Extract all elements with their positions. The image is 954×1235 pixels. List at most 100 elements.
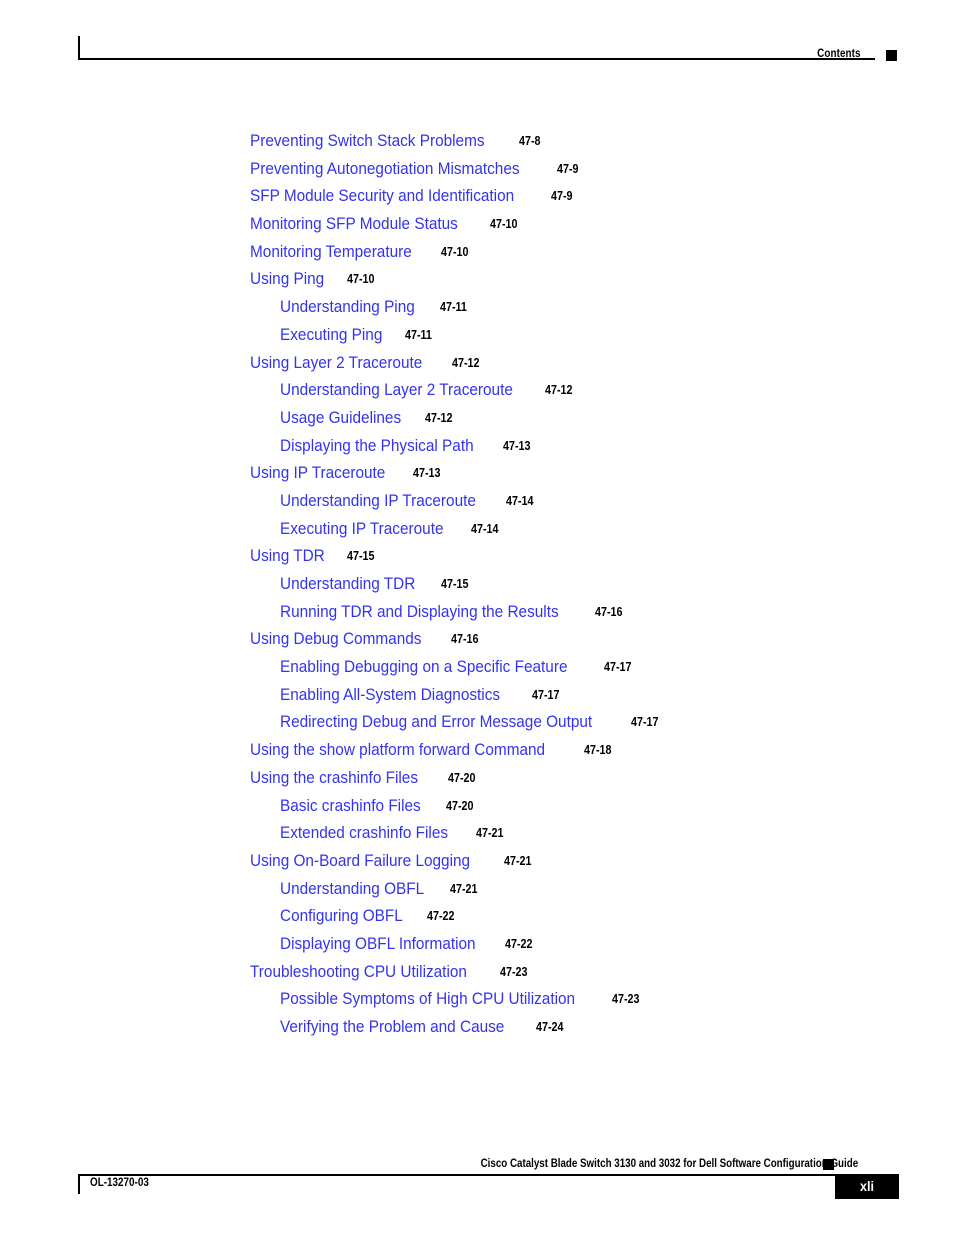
toc-entry[interactable]: Extended crashinfo Files 47-21: [0, 824, 954, 852]
toc-entry-title[interactable]: Displaying OBFL Information: [280, 935, 476, 954]
toc-entry-page-number[interactable]: 47-22: [505, 937, 533, 951]
toc-entry-page-number[interactable]: 47-22: [427, 909, 455, 923]
toc-entry-title[interactable]: Verifying the Problem and Cause: [280, 1018, 504, 1037]
toc-entry-page-number[interactable]: 47-23: [500, 965, 528, 979]
toc-entry[interactable]: Understanding TDR 47-15: [0, 575, 954, 603]
toc-entry-title[interactable]: Using Layer 2 Traceroute: [250, 354, 422, 373]
toc-entry[interactable]: Displaying OBFL Information 47-22: [0, 935, 954, 963]
toc-entry-title[interactable]: Using the crashinfo Files: [250, 769, 418, 788]
toc-entry-page-number[interactable]: 47-12: [425, 411, 453, 425]
toc-entry-page-number[interactable]: 47-17: [631, 715, 659, 729]
toc-entry-title[interactable]: Using Ping: [250, 270, 324, 289]
toc-entry[interactable]: Verifying the Problem and Cause 47-24: [0, 1018, 954, 1046]
toc-entry-title[interactable]: Configuring OBFL: [280, 907, 403, 926]
toc-entry-page-number[interactable]: 47-17: [604, 660, 632, 674]
toc-entry-title[interactable]: SFP Module Security and Identification: [250, 187, 514, 206]
toc-entry[interactable]: Displaying the Physical Path 47-13: [0, 437, 954, 465]
toc-entry-title[interactable]: Understanding Layer 2 Traceroute: [280, 381, 513, 400]
toc-entry-page-number[interactable]: 47-9: [551, 189, 573, 203]
toc-entry-page-number[interactable]: 47-21: [504, 854, 532, 868]
toc-entry-title[interactable]: Executing Ping: [280, 326, 382, 345]
toc-entry-page-number[interactable]: 47-11: [405, 328, 432, 342]
toc-entry-title[interactable]: Preventing Autonegotiation Mismatches: [250, 160, 520, 179]
toc-entry-page-number[interactable]: 47-13: [413, 466, 441, 480]
toc-entry[interactable]: Possible Symptoms of High CPU Utilizatio…: [0, 990, 954, 1018]
toc-entry-title[interactable]: Using Debug Commands: [250, 630, 421, 649]
toc-entry[interactable]: Using IP Traceroute 47-13: [0, 464, 954, 492]
toc-entry[interactable]: Preventing Autonegotiation Mismatches 47-…: [0, 160, 954, 188]
toc-entry-title[interactable]: Using TDR: [250, 547, 325, 566]
toc-entry[interactable]: Running TDR and Displaying the Results 47…: [0, 603, 954, 631]
toc-entry[interactable]: Monitoring Temperature 47-10: [0, 243, 954, 271]
toc-entry-page-number[interactable]: 47-12: [452, 356, 480, 370]
toc-entry-title[interactable]: Understanding IP Traceroute: [280, 492, 476, 511]
toc-entry-title[interactable]: Enabling All-System Diagnostics: [280, 686, 500, 705]
toc-entry[interactable]: Basic crashinfo Files 47-20: [0, 797, 954, 825]
toc-entry[interactable]: Understanding OBFL 47-21: [0, 880, 954, 908]
toc-entry[interactable]: Enabling Debugging on a Specific Feature…: [0, 658, 954, 686]
toc-entry[interactable]: Troubleshooting CPU Utilization 47-23: [0, 963, 954, 991]
toc-entry-page-number[interactable]: 47-10: [441, 245, 469, 259]
toc-entry-title[interactable]: Redirecting Debug and Error Message Outp…: [280, 713, 592, 732]
toc-entry-title[interactable]: Using On-Board Failure Logging: [250, 852, 470, 871]
toc-entry-page-number[interactable]: 47-13: [503, 439, 531, 453]
toc-entry[interactable]: Enabling All-System Diagnostics 47-17: [0, 686, 954, 714]
toc-entry[interactable]: SFP Module Security and Identification 47…: [0, 187, 954, 215]
toc-entry[interactable]: Using the show platform forward Command 4…: [0, 741, 954, 769]
toc-entry[interactable]: Preventing Switch Stack Problems 47-8: [0, 132, 954, 160]
footer-document-number: OL-13270-03: [90, 1177, 149, 1189]
toc-entry-title[interactable]: Using IP Traceroute: [250, 464, 385, 483]
toc-entry-title[interactable]: Possible Symptoms of High CPU Utilizatio…: [280, 990, 575, 1009]
toc-entry-page-number[interactable]: 47-18: [584, 743, 612, 757]
toc-entry-page-number[interactable]: 47-16: [451, 632, 479, 646]
toc-entry-page-number[interactable]: 47-24: [536, 1020, 564, 1034]
toc-entry[interactable]: Using Ping 47-10: [0, 270, 954, 298]
toc-entry[interactable]: Using Debug Commands 47-16: [0, 630, 954, 658]
toc-entry-page-number[interactable]: 47-20: [446, 799, 474, 813]
toc-entry-page-number[interactable]: 47-15: [441, 577, 469, 591]
toc-entry[interactable]: Using the crashinfo Files 47-20: [0, 769, 954, 797]
toc-entry-title[interactable]: Extended crashinfo Files: [280, 824, 448, 843]
toc-entry-title[interactable]: Troubleshooting CPU Utilization: [250, 963, 467, 982]
toc-entry-title[interactable]: Preventing Switch Stack Problems: [250, 132, 485, 151]
toc-entry[interactable]: Executing IP Traceroute 47-14: [0, 520, 954, 548]
toc-entry[interactable]: Redirecting Debug and Error Message Outp…: [0, 713, 954, 741]
toc-entry[interactable]: Usage Guidelines 47-12: [0, 409, 954, 437]
toc-entry-page-number[interactable]: 47-21: [476, 826, 504, 840]
toc-entry[interactable]: Understanding Layer 2 Traceroute 47-12: [0, 381, 954, 409]
toc-entry[interactable]: Using TDR 47-15: [0, 547, 954, 575]
toc-entry[interactable]: Monitoring SFP Module Status 47-10: [0, 215, 954, 243]
toc-entry-page-number[interactable]: 47-20: [448, 771, 476, 785]
toc-entry-title[interactable]: Monitoring SFP Module Status: [250, 215, 458, 234]
toc-entry-title[interactable]: Executing IP Traceroute: [280, 520, 443, 539]
toc-entry-page-number[interactable]: 47-17: [532, 688, 560, 702]
toc-entry-page-number[interactable]: 47-10: [490, 217, 518, 231]
toc-entry-page-number[interactable]: 47-14: [506, 494, 534, 508]
toc-entry[interactable]: Using Layer 2 Traceroute 47-12: [0, 354, 954, 382]
toc-entry-page-number[interactable]: 47-8: [519, 134, 541, 148]
toc-entry[interactable]: Using On-Board Failure Logging 47-21: [0, 852, 954, 880]
toc-entry-page-number[interactable]: 47-11: [440, 300, 467, 314]
toc-entry-page-number[interactable]: 47-21: [450, 882, 478, 896]
toc-entry[interactable]: Executing Ping 47-11: [0, 326, 954, 354]
toc-entry-title[interactable]: Monitoring Temperature: [250, 243, 412, 262]
toc-entry[interactable]: Understanding IP Traceroute 47-14: [0, 492, 954, 520]
toc-entry-page-number[interactable]: 47-23: [612, 992, 640, 1006]
toc-entry-page-number[interactable]: 47-16: [595, 605, 623, 619]
toc-entry-title[interactable]: Enabling Debugging on a Specific Feature: [280, 658, 568, 677]
toc-entry-title[interactable]: Understanding OBFL: [280, 880, 424, 899]
toc-entry-title[interactable]: Understanding Ping: [280, 298, 415, 317]
toc-entry-page-number[interactable]: 47-9: [557, 162, 579, 176]
toc-entry-page-number[interactable]: 47-10: [347, 272, 375, 286]
toc-entry-title[interactable]: Running TDR and Displaying the Results: [280, 603, 559, 622]
toc-entry[interactable]: Understanding Ping 47-11: [0, 298, 954, 326]
toc-entry-page-number[interactable]: 47-14: [471, 522, 499, 536]
toc-entry-title[interactable]: Basic crashinfo Files: [280, 797, 421, 816]
toc-entry-page-number[interactable]: 47-15: [347, 549, 375, 563]
toc-entry-title[interactable]: Using the show platform forward Command: [250, 741, 545, 760]
toc-entry[interactable]: Configuring OBFL 47-22: [0, 907, 954, 935]
toc-entry-page-number[interactable]: 47-12: [545, 383, 573, 397]
toc-entry-title[interactable]: Understanding TDR: [280, 575, 415, 594]
toc-entry-title[interactable]: Usage Guidelines: [280, 409, 401, 428]
toc-entry-title[interactable]: Displaying the Physical Path: [280, 437, 474, 456]
